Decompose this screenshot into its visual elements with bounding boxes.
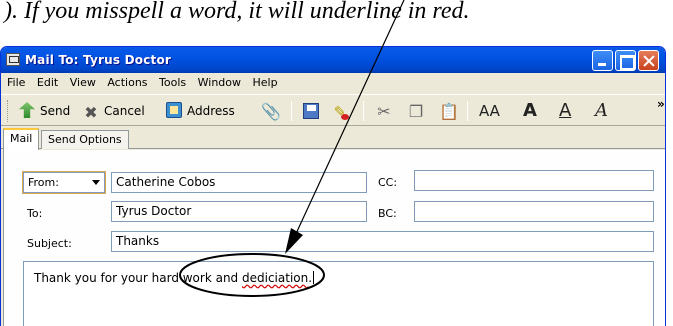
cc-field[interactable]: [414, 170, 654, 191]
to-field[interactable]: Tyrus Doctor: [111, 201, 367, 222]
spellcheck-icon[interactable]: ✎: [331, 103, 349, 121]
save-icon[interactable]: [303, 103, 319, 119]
menu-file[interactable]: File: [7, 76, 25, 89]
paperclip-icon[interactable]: 📎: [261, 103, 281, 121]
tab-mail[interactable]: Mail: [3, 128, 40, 150]
chevron-down-icon: [92, 180, 100, 185]
menu-view[interactable]: View: [70, 76, 96, 89]
bc-label: BC:: [378, 207, 397, 220]
cc-label: CC:: [378, 176, 398, 189]
title-bar[interactable]: Mail To: Tyrus Doctor: [1, 47, 665, 73]
italic-icon[interactable]: A: [595, 101, 608, 121]
toolbar-overflow-chevron-icon[interactable]: »: [657, 97, 665, 111]
toolbar-separator: [467, 101, 468, 121]
subject-label: Subject:: [27, 237, 72, 250]
address-book-icon: [166, 102, 182, 118]
bc-field[interactable]: [414, 201, 654, 222]
send-label: Send: [40, 104, 71, 118]
message-text-end: .: [308, 271, 313, 285]
misspelled-word: dediciation: [242, 271, 309, 285]
menu-window[interactable]: Window: [198, 76, 241, 89]
to-label: To:: [27, 207, 43, 220]
menu-help[interactable]: Help: [253, 76, 278, 89]
message-text: Thank you for your hard work and: [34, 271, 242, 285]
menu-tools[interactable]: Tools: [159, 76, 186, 89]
font-size-icon[interactable]: AA: [479, 101, 500, 121]
tab-strip: Mail Send Options: [1, 127, 665, 150]
from-label: From:: [28, 176, 59, 189]
menu-bar: File Edit View Actions Tools Window Help: [1, 73, 665, 93]
minimize-button[interactable]: [592, 50, 613, 71]
copy-icon[interactable]: ❐: [407, 103, 425, 121]
document-text-line: ). If you misspell a word, it will under…: [4, 0, 470, 24]
subject-field[interactable]: Thanks: [111, 231, 654, 252]
cancel-label: Cancel: [104, 104, 145, 118]
toolbar-grip[interactable]: [7, 100, 10, 122]
message-body[interactable]: Thank you for your hard work and dedicia…: [23, 261, 654, 326]
mail-window-icon: [6, 53, 20, 66]
from-dropdown[interactable]: From:: [22, 171, 106, 194]
cut-icon[interactable]: ✂: [375, 103, 393, 121]
send-icon: [19, 102, 35, 118]
page-edge: [667, 120, 673, 326]
toolbar-separator: [363, 101, 364, 121]
address-label: Address: [187, 104, 235, 118]
toolbar-separator: [291, 101, 292, 121]
text-cursor: [313, 271, 315, 284]
paste-icon[interactable]: 📋: [439, 103, 459, 121]
maximize-button[interactable]: [615, 50, 636, 71]
menu-edit[interactable]: Edit: [37, 76, 58, 89]
toolbar: Send ✖ Cancel Address 📎 ✎ ✂ ❐ 📋 AA A A A …: [1, 94, 665, 126]
tab-send-options[interactable]: Send Options: [41, 130, 129, 149]
bold-icon[interactable]: A: [523, 101, 537, 121]
close-button[interactable]: [638, 50, 659, 71]
underline-icon[interactable]: A: [559, 101, 571, 121]
window-title: Mail To: Tyrus Doctor: [25, 53, 172, 67]
menu-actions[interactable]: Actions: [107, 76, 147, 89]
from-field[interactable]: Catherine Cobos: [111, 172, 367, 193]
cancel-button[interactable]: ✖ Cancel: [83, 100, 145, 122]
cancel-icon: ✖: [84, 103, 98, 122]
address-button[interactable]: Address: [166, 100, 235, 122]
send-button[interactable]: Send: [19, 100, 70, 122]
